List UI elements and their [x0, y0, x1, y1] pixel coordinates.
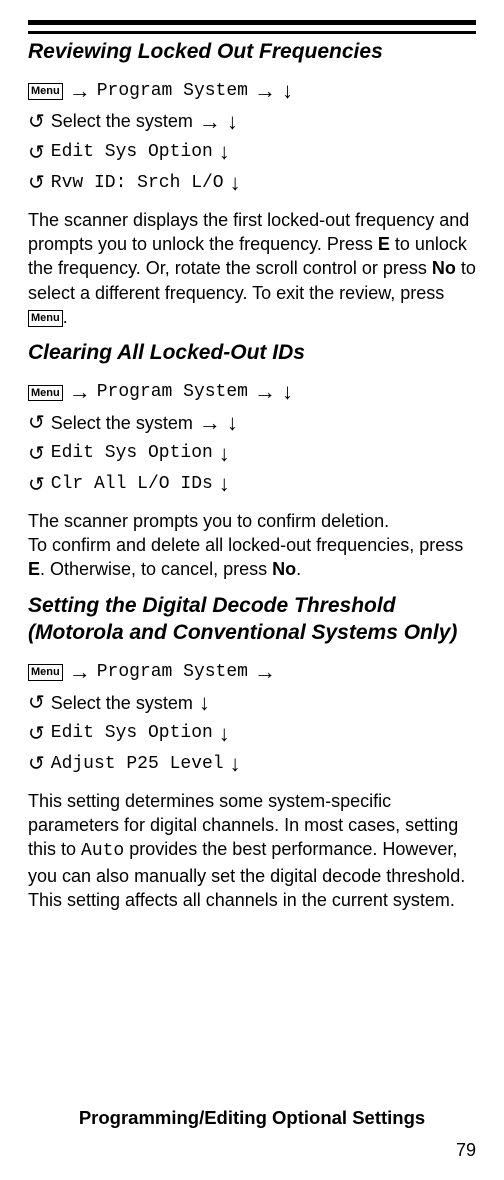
arrow-right-icon: → — [69, 378, 91, 407]
rotate-icon: ↺ — [28, 472, 45, 498]
arrow-down-icon: ↓ — [219, 138, 230, 167]
nav-row: Menu → Program System → ↓ — [28, 378, 476, 407]
nav-text: Select the system — [51, 110, 193, 133]
arrow-right-icon: → — [69, 77, 91, 106]
nav-text: Rvw ID: Srch L/O — [51, 172, 224, 195]
nav-row: ↺ Select the system → ↓ — [28, 409, 476, 438]
nav-text: Edit Sys Option — [51, 722, 213, 745]
nav-row: ↺ Edit Sys Option ↓ — [28, 138, 476, 167]
top-divider-thin — [28, 31, 476, 34]
footer-title: Programming/Editing Optional Settings — [28, 1106, 476, 1130]
heading-digital-decode: Setting the Digital Decode Threshold (Mo… — [28, 592, 476, 647]
arrow-down-icon: ↓ — [219, 720, 230, 749]
nav-text: Clr All L/O IDs — [51, 473, 213, 496]
rotate-icon: ↺ — [28, 170, 45, 196]
top-divider-thick — [28, 20, 476, 25]
body-paragraph: The scanner displays the first locked-ou… — [28, 208, 476, 329]
nav-text: Select the system — [51, 412, 193, 435]
arrow-down-icon: ↓ — [219, 440, 230, 469]
menu-button-icon: Menu — [28, 664, 63, 680]
rotate-icon: ↺ — [28, 109, 45, 135]
arrow-down-icon: ↓ — [219, 470, 230, 499]
nav-text: Edit Sys Option — [51, 141, 213, 164]
arrow-down-icon: ↓ — [230, 169, 241, 198]
rotate-icon: ↺ — [28, 690, 45, 716]
nav-row: ↺ Select the system → ↓ — [28, 108, 476, 137]
nav-row: ↺ Select the system ↓ — [28, 689, 476, 718]
nav-text: Edit Sys Option — [51, 442, 213, 465]
nav-row: ↺ Adjust P25 Level ↓ — [28, 750, 476, 779]
nav-row: Menu → Program System → — [28, 658, 476, 687]
body-paragraph: This setting determines some system-spec… — [28, 789, 476, 912]
arrow-down-icon: ↓ — [199, 689, 210, 718]
arrow-down-icon: ↓ — [227, 108, 238, 137]
nav-text: Program System — [97, 381, 248, 404]
menu-button-icon: Menu — [28, 83, 63, 99]
arrow-right-icon: → — [199, 108, 221, 137]
arrow-right-icon: → — [254, 658, 276, 687]
nav-text: Adjust P25 Level — [51, 753, 224, 776]
page-number: 79 — [456, 1139, 476, 1162]
rotate-icon: ↺ — [28, 721, 45, 747]
arrow-right-icon: → — [254, 77, 276, 106]
nav-text: Select the system — [51, 692, 193, 715]
rotate-icon: ↺ — [28, 410, 45, 436]
arrow-down-icon: ↓ — [230, 750, 241, 779]
arrow-down-icon: ↓ — [282, 77, 293, 106]
menu-button-icon: Menu — [28, 385, 63, 401]
arrow-down-icon: ↓ — [227, 409, 238, 438]
nav-row: ↺ Edit Sys Option ↓ — [28, 720, 476, 749]
body-paragraph: The scanner prompts you to confirm delet… — [28, 509, 476, 582]
arrow-right-icon: → — [69, 658, 91, 687]
nav-row: ↺ Clr All L/O IDs ↓ — [28, 470, 476, 499]
nav-row: ↺ Edit Sys Option ↓ — [28, 440, 476, 469]
arrow-right-icon: → — [254, 378, 276, 407]
rotate-icon: ↺ — [28, 140, 45, 166]
rotate-icon: ↺ — [28, 441, 45, 467]
heading-clearing-locked-out: Clearing All Locked-Out IDs — [28, 339, 476, 366]
nav-text: Program System — [97, 661, 248, 684]
arrow-right-icon: → — [199, 409, 221, 438]
nav-text: Program System — [97, 80, 248, 103]
rotate-icon: ↺ — [28, 751, 45, 777]
nav-row: ↺ Rvw ID: Srch L/O ↓ — [28, 169, 476, 198]
menu-button-icon: Menu — [28, 310, 63, 327]
heading-reviewing-locked-out: Reviewing Locked Out Frequencies — [28, 38, 476, 65]
arrow-down-icon: ↓ — [282, 378, 293, 407]
nav-row: Menu → Program System → ↓ — [28, 77, 476, 106]
